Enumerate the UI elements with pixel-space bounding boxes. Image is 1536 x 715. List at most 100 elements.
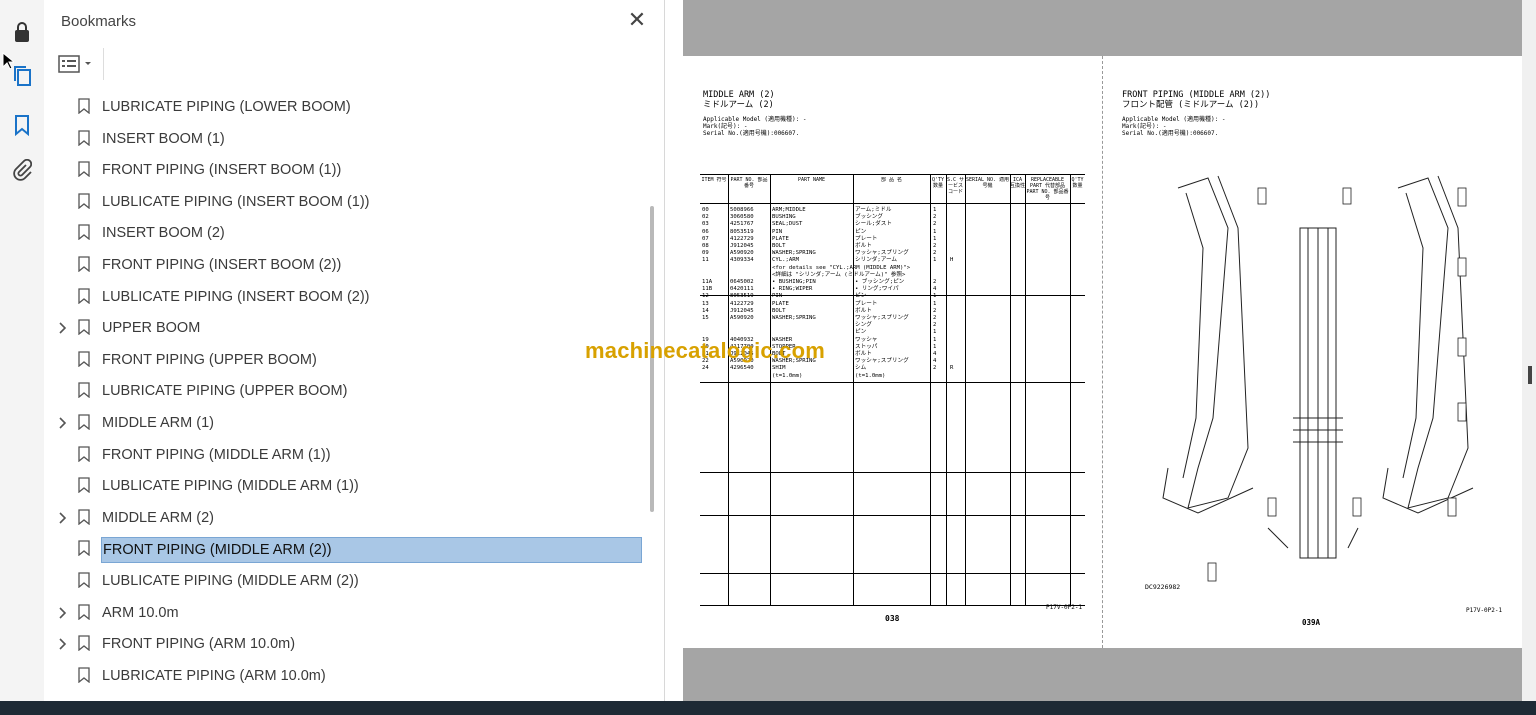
table-cell: PLATE [772,235,789,242]
table-cell: 06 [702,228,709,235]
table-cell: 09 [702,250,709,257]
bookmark-label: INSERT BOOM (2) [102,225,225,242]
bookmark-item[interactable]: ARM 10.0m [44,598,644,628]
bookmark-item[interactable]: FRONT PIPING (UPPER BOOM) [44,345,644,375]
left-mark: Mark(記号): - [703,123,748,130]
parts-table-header-cell: ITEM 符号 [701,177,727,183]
bookmark-item[interactable]: LUBLICATE PIPING (MIDDLE ARM (2)) [44,566,644,596]
left-page-number: 038 [885,614,900,623]
lock-icon[interactable] [10,20,34,44]
paperclip-icon[interactable] [10,158,34,182]
bookmark-item[interactable]: INSERT BOOM (2) [44,218,644,248]
bookmark-item[interactable]: FRONT PIPING (INSERT BOOM (2)) [44,250,644,280]
bookmark-label: ARM 10.0m [102,604,179,621]
parts-table-header-cell: PART NO. 部品番号 [730,177,768,189]
table-cell: 2 [933,279,937,285]
chevron-right-icon[interactable] [58,321,68,335]
drawing-number: DC9226982 [1145,583,1181,591]
bookmark-label: FRONT PIPING (UPPER BOOM) [102,351,317,368]
bookmark-label: MIDDLE ARM (1) [102,415,214,431]
bookmark-item[interactable]: FRONT PIPING (MIDDLE ARM (2)) [44,534,644,564]
table-row: 14 J912045 BOLT ボルト 2 [700,308,1085,315]
table-cell: 1 [933,343,937,350]
bookmark-options-button[interactable] [58,51,98,77]
chevron-right-icon[interactable] [58,637,68,651]
table-cell: 4 [933,351,937,357]
table-cell: 5008966 [730,207,754,213]
parts-table-header-cell: Q'TY 数量 [931,177,945,189]
taskbar [0,701,1536,715]
bookmark-item[interactable]: LUBLICATE PIPING (INSERT BOOM (1)) [44,187,644,217]
left-title-jp: ミドルアーム (2) [703,100,774,110]
table-row: ピン 1 [700,329,1085,336]
bookmark-icon [78,98,90,115]
right-title-jp: フロント配管 (ミドルアーム (2)) [1122,100,1260,110]
panel-title: Bookmarks [61,13,137,30]
table-cell: 1 [933,300,937,307]
bookmark-item[interactable]: LUBLICATE PIPING (MIDDLE ARM (1)) [44,471,644,501]
table-cell: 1 [933,336,937,343]
table-cell: (t=1.0mm) [855,372,886,379]
table-row: (t=1.0mm) (t=1.0mm) [700,373,1085,380]
bookmark-item[interactable]: LUBLICATE PIPING (INSERT BOOM (2)) [44,282,644,312]
chevron-right-icon[interactable] [58,606,68,620]
table-cell: ワッシャ [855,336,878,343]
table-cell: <for details see "CYL.;ARM (MIDDLE ARM)"… [772,264,911,271]
viewer-scrollbar[interactable] [1522,0,1536,701]
table-cell: • BUSHING;PIN [772,279,816,285]
list-options-icon [58,55,80,73]
bookmark-item[interactable]: FRONT PIPING (INSERT BOOM (1)) [44,155,644,185]
table-cell: ストッパ [855,343,878,350]
table-cell: BOLT [772,243,786,249]
table-cell: 11 [702,257,709,264]
viewer-scrollbar-thumb[interactable] [1528,366,1532,384]
bookmark-item[interactable]: LUBRICATE PIPING (UPPER BOOM) [44,376,644,406]
table-row: 02 3060580 BUSHING ブッシング 2 [700,214,1085,221]
bookmark-label: FRONT PIPING (ARM 10.0m) [102,636,296,653]
table-cell: 4296540 [730,365,754,372]
parts-table-header-cell: PART NAME [797,177,826,183]
bookmark-item[interactable]: LUBRICATE PIPING (LOWER BOOM) [44,92,644,122]
table-cell: WASHER;SPRING [772,250,816,257]
bookmark-label: LUBLICATE PIPING (MIDDLE ARM (1)) [102,478,359,495]
table-cell: J912045 [730,243,754,249]
table-cell: SEAL;DUST [772,221,803,228]
table-cell: 2 [933,243,937,249]
bookmark-item[interactable]: MIDDLE ARM (2) [44,503,644,533]
bookmark-label: LUBRICATE PIPING (UPPER BOOM) [102,383,348,400]
bookmark-icon [78,540,90,557]
table-cell: WASHER;SPRING [772,315,816,321]
chevron-right-icon[interactable] [58,511,68,525]
table-cell: • ブッシング;ピン [855,279,905,285]
bookmark-item[interactable]: FRONT PIPING (MIDDLE ARM (1)) [44,440,644,470]
table-cell: J912045 [730,307,754,314]
chevron-down-icon [85,62,91,65]
bookmark-scrollbar[interactable] [648,92,658,701]
close-icon[interactable]: ✕ [626,9,648,31]
bookmark-label: FRONT PIPING (MIDDLE ARM (2)) [101,537,642,564]
chevron-right-icon[interactable] [58,416,68,430]
bookmark-label: FRONT PIPING (INSERT BOOM (2)) [102,257,342,273]
table-cell: 13 [702,300,709,307]
table-row: 03 4251767 SEAL;DUST シール;ダスト 2 [700,221,1085,228]
table-cell: 2 [933,250,937,257]
right-mark: Mark(記号): - [1122,123,1167,130]
parts-table-header-cell: ICA 互換性 [1010,177,1025,189]
table-cell: 1 [933,207,937,213]
bookmark-item[interactable]: UPPER BOOM [44,313,644,343]
table-cell: <詳細は "シリンダ;アーム (ミドルアーム)" 参照> [772,271,906,278]
table-cell: 24 [702,365,709,372]
table-row-line [700,295,1085,296]
bookmark-item[interactable]: MIDDLE ARM (1) [44,408,644,438]
table-cell: 8053519 [730,228,754,235]
table-cell: 00 [702,207,709,213]
table-cell: 4122729 [730,235,754,242]
bookmark-item[interactable]: FRONT PIPING (ARM 10.0m) [44,629,644,659]
table-cell: 08 [702,243,709,249]
bookmark-icon[interactable] [10,113,34,137]
bookmark-item[interactable]: LUBRICATE PIPING (ARM 10.0m) [44,661,644,691]
table-row: <詳細は "シリンダ;アーム (ミドルアーム)" 参照> [700,272,1085,279]
table-cell: 14 [702,307,709,314]
table-row: 07 4122729 PLATE プレート 1 [700,236,1085,243]
bookmark-item[interactable]: INSERT BOOM (1) [44,124,644,154]
